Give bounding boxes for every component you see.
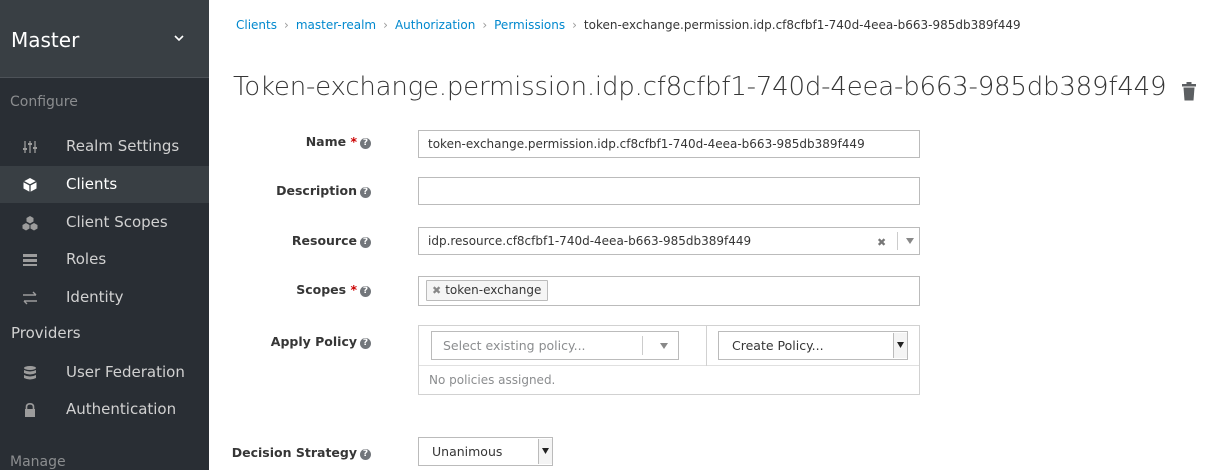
sidebar-item-label: Client Scopes <box>66 213 168 231</box>
realm-name: Master <box>11 28 80 52</box>
sidebar-item-label: Realm Settings <box>66 137 180 155</box>
apply-policy-panel: Select existing policy... Create Policy.… <box>418 325 920 395</box>
breadcrumb-master-realm[interactable]: master-realm <box>296 18 376 32</box>
roles-icon <box>23 254 37 266</box>
exchange-icon <box>23 291 37 305</box>
name-input[interactable]: token-exchange.permission.idp.cf8cfbf1-7… <box>418 130 920 158</box>
chevron-down-icon[interactable] <box>906 238 914 244</box>
clear-icon[interactable]: ✖ <box>877 236 886 249</box>
decision-strategy-label: Decision Strategy? <box>232 445 371 460</box>
sidebar-item-clients[interactable]: Clients <box>0 166 209 203</box>
resource-value: idp.resource.cf8cfbf1-740d-4eea-b663-985… <box>428 234 752 248</box>
sidebar-item-label: Roles <box>66 250 107 268</box>
help-icon: ? <box>360 237 371 248</box>
sidebar-item-label: Clients <box>66 175 118 193</box>
remove-tag-icon[interactable]: ✖ <box>432 284 441 297</box>
decision-value: Unanimous <box>432 444 503 459</box>
chevron-down-icon <box>174 35 184 42</box>
description-label: Description? <box>276 183 371 198</box>
section-manage: Manage <box>10 454 66 470</box>
sidebar: Master Configure Realm Settings Clients <box>0 0 209 470</box>
database-icon <box>24 366 36 380</box>
no-policies-message: No policies assigned. <box>429 373 556 387</box>
help-icon: ? <box>360 286 371 297</box>
breadcrumb-permissions[interactable]: Permissions <box>494 18 565 32</box>
sidebar-item-realm-settings[interactable]: Realm Settings <box>0 128 209 165</box>
cube-icon <box>23 178 37 192</box>
sidebar-item-label-continued: Providers <box>11 324 81 342</box>
breadcrumb-clients[interactable]: Clients <box>236 18 277 32</box>
scope-tag: ✖ token-exchange <box>426 280 549 301</box>
help-icon: ? <box>360 338 371 349</box>
create-policy-select[interactable]: Create Policy... <box>718 331 908 360</box>
cubes-icon <box>22 216 38 231</box>
resource-label: Resource? <box>292 233 371 248</box>
apply-policy-label: Apply Policy? <box>271 334 371 349</box>
sidebar-item-label: Authentication <box>66 400 177 418</box>
chevron-down-icon[interactable] <box>660 343 668 349</box>
sidebar-item-label: User Federation <box>66 363 185 381</box>
resource-select[interactable]: idp.resource.cf8cfbf1-740d-4eea-b663-985… <box>418 227 920 255</box>
decision-strategy-select[interactable]: Unanimous <box>418 437 553 466</box>
create-policy-value: Create Policy... <box>732 338 824 353</box>
trash-icon[interactable] <box>1181 82 1197 101</box>
dropdown-arrow-icon[interactable] <box>893 333 907 358</box>
sidebar-item-label: Identity <box>66 288 124 306</box>
scopes-label: Scopes *? <box>296 282 371 297</box>
sliders-icon <box>23 141 37 153</box>
description-input[interactable] <box>418 177 920 205</box>
sidebar-item-roles[interactable]: Roles <box>0 241 209 278</box>
page-title: Token-exchange.permission.idp.cf8cfbf1-7… <box>233 72 1167 102</box>
realm-selector[interactable]: Master <box>0 0 209 78</box>
help-icon: ? <box>360 187 371 198</box>
breadcrumb: Clients › master-realm › Authorization › Permi… <box>236 18 1021 32</box>
name-label: Name *? <box>306 134 371 149</box>
sidebar-item-identity-providers[interactable]: Identity <box>0 279 209 316</box>
breadcrumb-current: token-exchange.permission.idp.cf8cfbf1-7… <box>583 18 1021 32</box>
sidebar-item-user-federation[interactable]: User Federation <box>0 354 209 391</box>
section-configure: Configure <box>10 94 78 110</box>
sidebar-item-authentication[interactable]: Authentication <box>0 391 209 428</box>
breadcrumb-authorization[interactable]: Authorization <box>395 18 475 32</box>
name-value: token-exchange.permission.idp.cf8cfbf1-7… <box>428 137 865 151</box>
dropdown-arrow-icon[interactable] <box>538 439 552 464</box>
help-icon: ? <box>360 138 371 149</box>
help-icon: ? <box>360 449 371 460</box>
existing-policy-select[interactable]: Select existing policy... <box>431 331 679 360</box>
sidebar-item-client-scopes[interactable]: Client Scopes <box>0 204 209 241</box>
policy-placeholder: Select existing policy... <box>443 338 586 353</box>
lock-icon <box>25 402 35 417</box>
scopes-input[interactable]: ✖ token-exchange <box>418 276 920 306</box>
